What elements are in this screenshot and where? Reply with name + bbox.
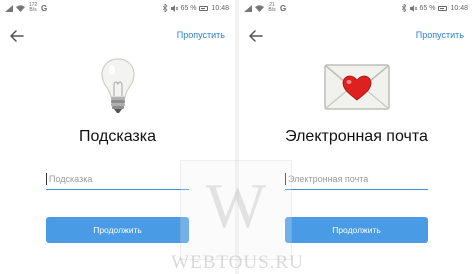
continue-button[interactable]: Продолжить	[285, 217, 428, 243]
continue-button[interactable]: Продолжить	[46, 217, 189, 243]
arrow-left-icon	[10, 30, 24, 42]
network-type: G	[280, 3, 287, 13]
screen-email: 21 B/s G 65 % 10:48 Пропустить Электронн…	[239, 0, 474, 274]
battery-percent: 65 %	[180, 4, 197, 12]
screen-hint: 172 B/s G 65 % 10:48 Пропустить Подсказк…	[0, 0, 235, 274]
arrow-left-icon	[249, 30, 263, 42]
network-type: G	[41, 3, 48, 13]
wifi-icon	[16, 4, 25, 12]
bluetooth-icon	[162, 4, 168, 12]
network-speed: 172 B/s	[28, 2, 38, 13]
back-button[interactable]	[247, 27, 265, 45]
mute-icon	[409, 4, 417, 12]
hint-field[interactable]	[46, 170, 189, 190]
signal-icon	[244, 4, 252, 12]
back-button[interactable]	[8, 27, 26, 45]
signal-icon	[5, 4, 13, 12]
lightbulb-icon	[100, 58, 135, 113]
mute-icon	[170, 4, 178, 12]
wifi-icon	[255, 4, 264, 12]
skip-button[interactable]: Пропустить	[416, 30, 464, 40]
clock: 10:48	[450, 4, 468, 12]
clock: 10:48	[211, 4, 229, 12]
email-input[interactable]	[288, 170, 424, 188]
love-letter-icon	[323, 64, 390, 110]
page-title: Подсказка	[78, 128, 157, 145]
network-speed: 21 B/s	[268, 2, 276, 13]
bluetooth-icon	[401, 4, 407, 12]
battery-percent: 65 %	[419, 4, 436, 12]
skip-button[interactable]: Пропустить	[177, 30, 225, 40]
text-cursor	[46, 173, 47, 185]
text-cursor	[285, 173, 286, 185]
page-title: Электронная почта	[285, 128, 428, 145]
status-bar: 21 B/s G 65 % 10:48	[239, 0, 474, 18]
battery-icon	[199, 5, 209, 11]
battery-icon	[438, 5, 448, 11]
status-bar: 172 B/s G 65 % 10:48	[0, 0, 235, 18]
email-field[interactable]	[285, 170, 428, 190]
hint-input[interactable]	[49, 170, 185, 188]
